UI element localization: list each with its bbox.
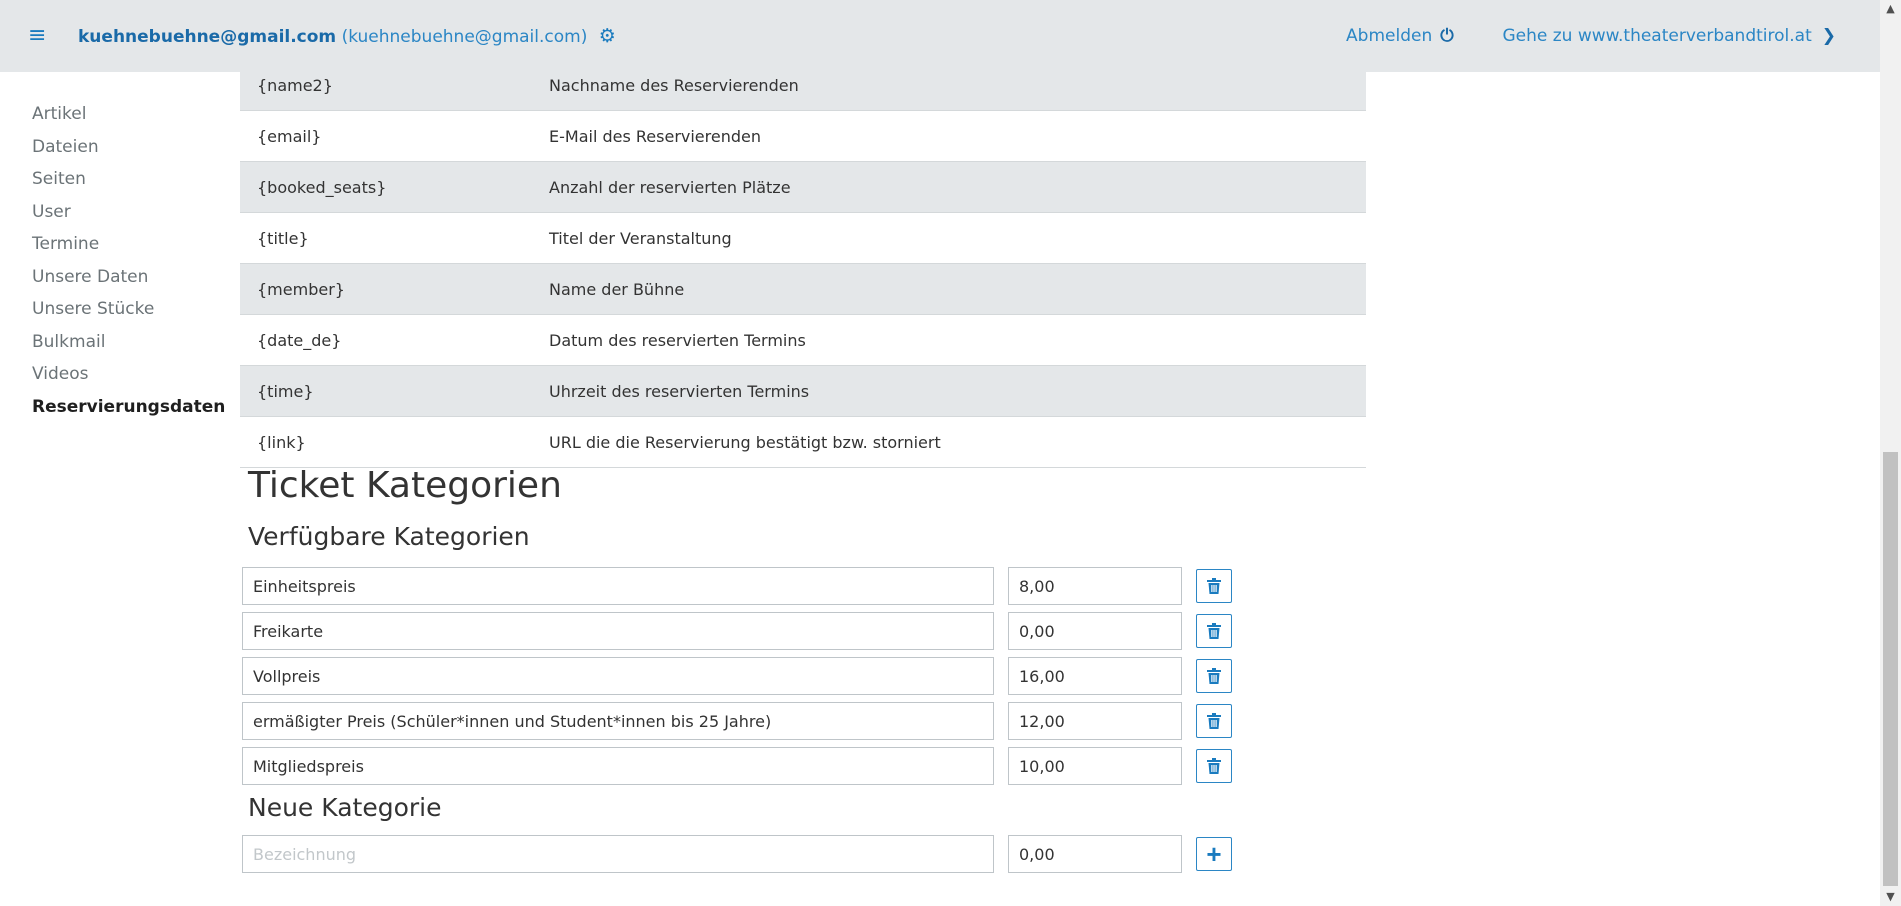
available-categories-title: Verfügbare Kategorien (248, 522, 530, 551)
delete-category-button[interactable] (1196, 704, 1232, 738)
placeholder-key: {time} (240, 365, 532, 417)
placeholder-key: {name2} (240, 60, 532, 111)
top-right-nav: Abmelden ⏻ Gehe zu www.theaterverbandtiro… (1346, 26, 1836, 46)
delete-category-button[interactable] (1196, 659, 1232, 693)
goto-site-link[interactable]: Gehe zu www.theaterverbandtirol.at ❯ (1502, 26, 1836, 46)
category-price-input[interactable] (1008, 747, 1182, 785)
user-info: kuehnebuehne@gmail.com (kuehnebuehne@gma… (78, 26, 616, 47)
sidebar-nav: Artikel Dateien Seiten User Termine Unse… (32, 98, 225, 424)
table-row: {name2} Nachname des Reservierenden (240, 60, 1366, 111)
category-row (242, 612, 1242, 650)
scroll-up-arrow-icon[interactable]: ▲ (1880, 0, 1901, 18)
new-category-price-input[interactable] (1008, 835, 1182, 873)
table-row: {time} Uhrzeit des reservierten Termins (240, 365, 1366, 417)
scroll-down-arrow-icon[interactable]: ▼ (1880, 888, 1901, 906)
category-price-input[interactable] (1008, 612, 1182, 650)
trash-icon (1207, 623, 1221, 639)
placeholder-description: Name der Bühne (532, 263, 1366, 315)
sidebar-item-user[interactable]: User (32, 196, 212, 229)
logout-link[interactable]: Abmelden ⏻ (1346, 26, 1459, 46)
category-name-input[interactable] (242, 702, 994, 740)
category-price-input[interactable] (1008, 657, 1182, 695)
scroll-thumb[interactable] (1883, 452, 1898, 886)
user-email-secondary: (kuehnebuehne@gmail.com) (341, 27, 588, 47)
new-category-title: Neue Kategorie (248, 793, 442, 822)
placeholder-table: {name2} Nachname des Reservierenden {ema… (240, 60, 1366, 468)
placeholder-description: Titel der Veranstaltung (532, 212, 1366, 264)
category-row (242, 747, 1242, 785)
sidebar-item-unsere-daten[interactable]: Unsere Daten (32, 261, 212, 294)
table-row: {booked_seats} Anzahl der reservierten P… (240, 161, 1366, 213)
table-row: {link} URL die die Reservierung bestätig… (240, 416, 1366, 468)
delete-category-button[interactable] (1196, 614, 1232, 648)
sidebar-item-seiten[interactable]: Seiten (32, 163, 212, 196)
sidebar-item-bulkmail[interactable]: Bulkmail (32, 326, 212, 359)
placeholder-key: {title} (240, 212, 532, 264)
sidebar-item-unsere-stuecke[interactable]: Unsere Stücke (32, 293, 212, 326)
placeholder-description: E-Mail des Reservierenden (532, 110, 1366, 162)
sidebar-item-termine[interactable]: Termine (32, 228, 212, 261)
ticket-categories-title: Ticket Kategorien (248, 465, 562, 506)
category-name-input[interactable] (242, 657, 994, 695)
power-icon: ⏻ (1440, 26, 1454, 46)
category-row (242, 702, 1242, 740)
sidebar-item-reservierungsdaten[interactable]: Reservierungsdaten (32, 391, 225, 424)
placeholder-description: URL die die Reservierung bestätigt bzw. … (532, 416, 1366, 468)
plus-icon: + (1206, 839, 1222, 869)
placeholder-key: {member} (240, 263, 532, 315)
trash-icon (1207, 758, 1221, 774)
placeholder-description: Uhrzeit des reservierten Termins (532, 365, 1366, 417)
sidebar-item-videos[interactable]: Videos (32, 358, 212, 391)
add-category-button[interactable]: + (1196, 837, 1232, 871)
menu-icon[interactable]: ≡ (28, 25, 46, 47)
category-name-input[interactable] (242, 567, 994, 605)
sidebar-item-dateien[interactable]: Dateien (32, 131, 212, 164)
placeholder-description: Datum des reservierten Termins (532, 314, 1366, 366)
delete-category-button[interactable] (1196, 749, 1232, 783)
trash-icon (1207, 713, 1221, 729)
placeholder-description: Anzahl der reservierten Plätze (532, 161, 1366, 213)
sidebar-item-artikel[interactable]: Artikel (32, 98, 212, 131)
placeholder-key: {link} (240, 416, 532, 468)
table-row: {member} Name der Bühne (240, 263, 1366, 315)
user-email-link[interactable]: kuehnebuehne@gmail.com (78, 27, 336, 47)
new-category-row: + (242, 835, 1242, 873)
category-name-input[interactable] (242, 747, 994, 785)
gear-icon[interactable]: ⚙ (599, 26, 616, 46)
table-row: {title} Titel der Veranstaltung (240, 212, 1366, 264)
table-row: {email} E-Mail des Reservierenden (240, 110, 1366, 162)
category-row (242, 657, 1242, 695)
placeholder-key: {email} (240, 110, 532, 162)
category-price-input[interactable] (1008, 567, 1182, 605)
placeholder-key: {booked_seats} (240, 161, 532, 213)
goto-site-label: Gehe zu www.theaterverbandtirol.at (1502, 26, 1812, 46)
logout-label: Abmelden (1346, 26, 1433, 46)
trash-icon (1207, 668, 1221, 684)
category-row (242, 567, 1242, 605)
table-row: {date_de} Datum des reservierten Termins (240, 314, 1366, 366)
chevron-right-icon: ❯ (1821, 26, 1836, 46)
new-category-name-input[interactable] (242, 835, 994, 873)
delete-category-button[interactable] (1196, 569, 1232, 603)
trash-icon (1207, 578, 1221, 594)
category-price-input[interactable] (1008, 702, 1182, 740)
page-scrollbar[interactable]: ▲ ▼ (1880, 0, 1901, 906)
placeholder-key: {date_de} (240, 314, 532, 366)
category-name-input[interactable] (242, 612, 994, 650)
placeholder-description: Nachname des Reservierenden (532, 60, 1366, 111)
